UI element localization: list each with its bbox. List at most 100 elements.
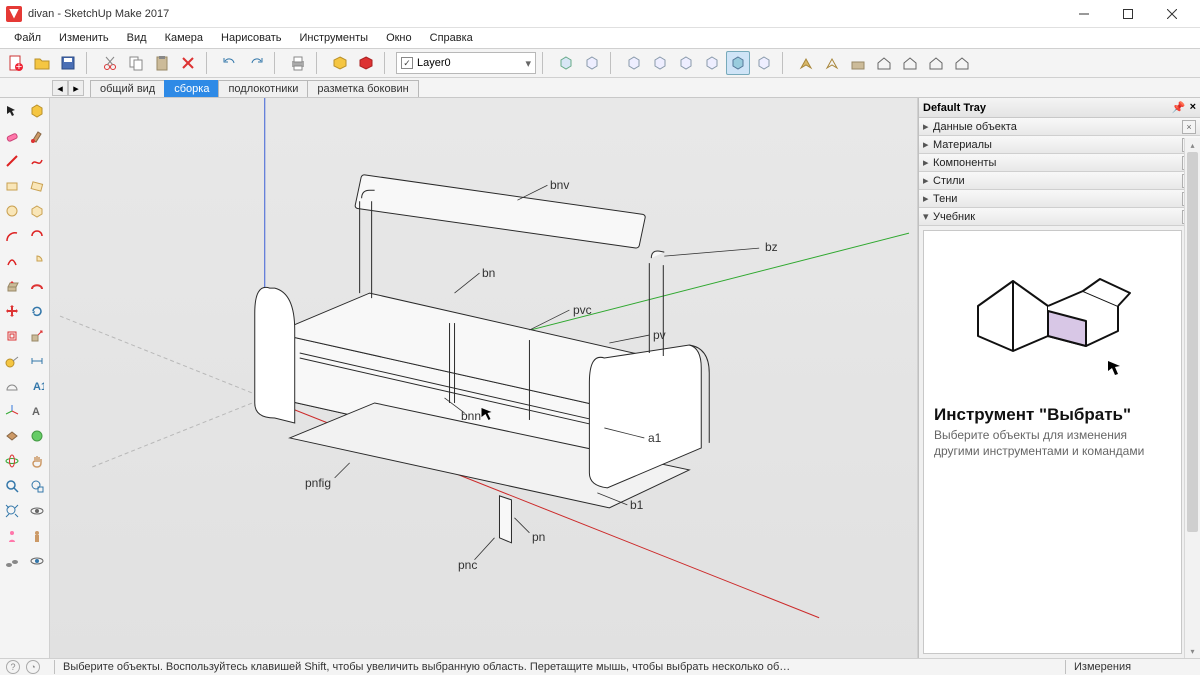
scene-tab-0[interactable]: общий вид — [90, 80, 165, 97]
cut-icon[interactable] — [98, 51, 122, 75]
rectangle-tool-icon[interactable] — [1, 175, 23, 197]
view-left-icon[interactable] — [700, 51, 724, 75]
panel-close-icon[interactable]: × — [1182, 120, 1196, 134]
tape-tool-icon[interactable] — [1, 350, 23, 372]
maximize-button[interactable] — [1106, 0, 1150, 28]
eye-tool-icon[interactable] — [26, 500, 48, 522]
scene-tab-3[interactable]: разметка боковин — [307, 80, 418, 97]
scene-next-icon[interactable]: ▸ — [68, 80, 84, 96]
view-iso-icon[interactable] — [554, 51, 578, 75]
delete-icon[interactable] — [176, 51, 200, 75]
house3-icon[interactable] — [924, 51, 948, 75]
arc3-tool-icon[interactable] — [1, 250, 23, 272]
tray-scrollbar[interactable]: ▴▾ — [1184, 138, 1200, 658]
panel-components[interactable]: ▸Компоненты× — [919, 154, 1200, 172]
menu-draw[interactable]: Нарисовать — [213, 30, 289, 46]
look-tool-icon[interactable] — [26, 525, 48, 547]
zoomext2-tool-icon[interactable] — [1, 500, 23, 522]
section-tool-icon[interactable] — [1, 425, 23, 447]
layer-selector[interactable]: ✓Layer0 ▾ — [396, 52, 536, 74]
offset-tool-icon[interactable] — [1, 325, 23, 347]
walk-tool-icon[interactable] — [1, 550, 23, 572]
menu-view[interactable]: Вид — [119, 30, 155, 46]
zoomwin-tool-icon[interactable] — [26, 475, 48, 497]
line-tool-icon[interactable] — [1, 150, 23, 172]
view-right-icon[interactable] — [648, 51, 672, 75]
save-icon[interactable] — [56, 51, 80, 75]
viewport[interactable]: bnv bz bn pvc pv bnn a1 pnfig b1 pn pnc — [50, 98, 918, 658]
view-persp-icon[interactable] — [726, 51, 750, 75]
status-hint: Выберите объекты. Воспользуйтесь клавише… — [63, 661, 1057, 673]
followme-tool-icon[interactable] — [26, 275, 48, 297]
house2-icon[interactable] — [898, 51, 922, 75]
redo-icon[interactable] — [244, 51, 268, 75]
instructor-illustration — [958, 251, 1148, 381]
paste-icon[interactable] — [150, 51, 174, 75]
warehouse-icon[interactable] — [354, 51, 378, 75]
menu-window[interactable]: Окно — [378, 30, 420, 46]
scale-tool-icon[interactable] — [26, 325, 48, 347]
addloc-tool-icon[interactable] — [26, 425, 48, 447]
panel-instructor[interactable]: ▾Учебник× — [919, 208, 1200, 226]
axes-tool-icon[interactable] — [1, 400, 23, 422]
new-file-icon[interactable]: + — [4, 51, 28, 75]
pan-tool-icon[interactable] — [26, 450, 48, 472]
panel-shadows[interactable]: ▸Тени× — [919, 190, 1200, 208]
panel-materials[interactable]: ▸Материалы× — [919, 136, 1200, 154]
pie-tool-icon[interactable] — [26, 250, 48, 272]
menu-camera[interactable]: Камера — [157, 30, 211, 46]
print-icon[interactable] — [286, 51, 310, 75]
pushpull-tool-icon[interactable] — [1, 275, 23, 297]
panel-styles[interactable]: ▸Стили× — [919, 172, 1200, 190]
arc-tool-icon[interactable] — [1, 225, 23, 247]
view-top-icon[interactable] — [580, 51, 604, 75]
circle-tool-icon[interactable] — [1, 200, 23, 222]
polygon-tool-icon[interactable] — [26, 200, 48, 222]
panel-entity-info[interactable]: ▸Данные объекта× — [919, 118, 1200, 136]
pin-icon[interactable]: 📌 — [1172, 101, 1186, 115]
scene-tab-1[interactable]: сборка — [164, 80, 219, 97]
open-file-icon[interactable] — [30, 51, 54, 75]
rotate-tool-icon[interactable] — [26, 300, 48, 322]
user-icon[interactable]: ◔ — [26, 660, 40, 674]
text-tool-icon[interactable]: A1 — [26, 375, 48, 397]
scene-tab-2[interactable]: подлокотники — [218, 80, 308, 97]
menu-tools[interactable]: Инструменты — [291, 30, 376, 46]
freehand-tool-icon[interactable] — [26, 150, 48, 172]
menu-file[interactable]: Файл — [6, 30, 49, 46]
house1-icon[interactable] — [872, 51, 896, 75]
view-front-icon[interactable] — [622, 51, 646, 75]
default-tray: Default Tray 📌 × ▸Данные объекта× ▸Матер… — [918, 98, 1200, 658]
component-icon[interactable] — [328, 51, 352, 75]
eye2-tool-icon[interactable] — [26, 550, 48, 572]
component-tool-icon[interactable] — [26, 100, 48, 122]
3dtext-tool-icon[interactable]: A — [26, 400, 48, 422]
move-tool-icon[interactable] — [1, 300, 23, 322]
house4-icon[interactable] — [950, 51, 974, 75]
rotated-rect-tool-icon[interactable] — [26, 175, 48, 197]
view-back-icon[interactable] — [674, 51, 698, 75]
minimize-button[interactable] — [1062, 0, 1106, 28]
dimension-tool-icon[interactable] — [26, 350, 48, 372]
protractor-tool-icon[interactable] — [1, 375, 23, 397]
tray-close-icon[interactable]: × — [1190, 101, 1196, 115]
orbit-tool-icon[interactable] — [1, 450, 23, 472]
paint-tool-icon[interactable] — [26, 125, 48, 147]
zoom-tool-icon[interactable] — [1, 475, 23, 497]
menu-help[interactable]: Справка — [422, 30, 481, 46]
style-hidden-icon[interactable] — [846, 51, 870, 75]
close-button[interactable] — [1150, 0, 1194, 28]
style-wire-icon[interactable] — [820, 51, 844, 75]
copy-icon[interactable] — [124, 51, 148, 75]
zoom-extents-icon[interactable] — [752, 51, 776, 75]
scene-prev-icon[interactable]: ◂ — [52, 80, 68, 96]
person-tool-icon[interactable] — [1, 525, 23, 547]
eraser-tool-icon[interactable] — [1, 125, 23, 147]
tray-title[interactable]: Default Tray 📌 × — [919, 98, 1200, 118]
help-icon[interactable]: ? — [6, 660, 20, 674]
arc2-tool-icon[interactable] — [26, 225, 48, 247]
style-shaded-icon[interactable] — [794, 51, 818, 75]
select-tool-icon[interactable] — [1, 100, 23, 122]
menu-edit[interactable]: Изменить — [51, 30, 117, 46]
undo-icon[interactable] — [218, 51, 242, 75]
